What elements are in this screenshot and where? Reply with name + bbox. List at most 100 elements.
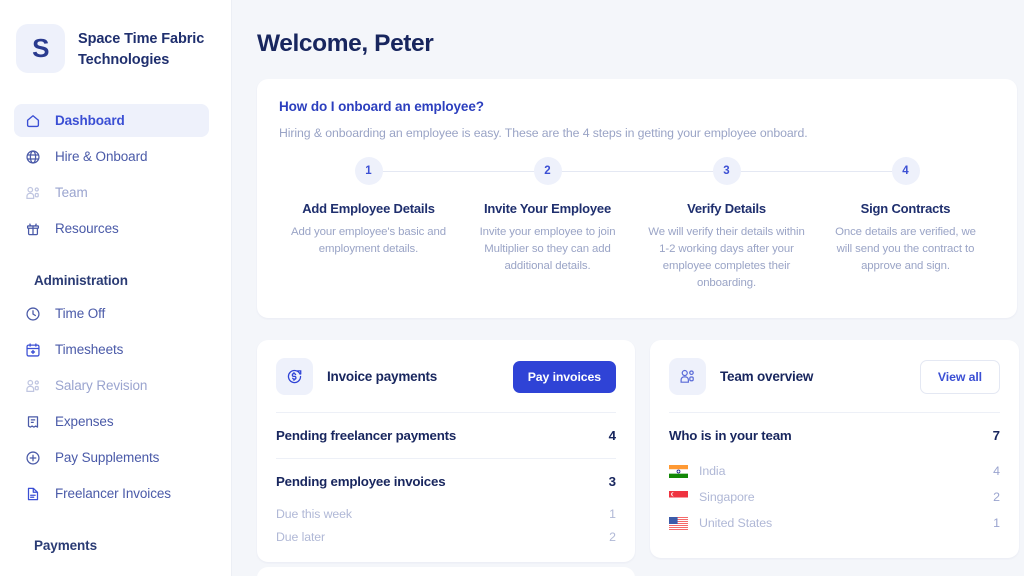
- country-left: Singapore: [669, 490, 755, 504]
- people-icon: [24, 377, 42, 395]
- row-value: 4: [608, 428, 616, 444]
- view-all-button[interactable]: View all: [919, 359, 1000, 394]
- step-description: Add your employee's basic and employment…: [290, 226, 447, 256]
- onboarding-subtitle: Hiring & onboarding an employee is easy.…: [279, 126, 808, 140]
- next-card-partial: [257, 567, 635, 576]
- country-count: 2: [993, 490, 1000, 505]
- country-count: 4: [993, 464, 1000, 479]
- sidebar-item-expenses[interactable]: Expenses: [14, 405, 209, 438]
- sidebar-item-label: Resources: [55, 221, 119, 236]
- team-people-icon: [669, 358, 706, 396]
- sidebar-item-label: Hire & Onboard: [55, 149, 148, 164]
- document-icon: [24, 485, 42, 503]
- country-name: United States: [699, 516, 773, 531]
- dashboard-card-row: Invoice payments Pay invoices Pending fr…: [257, 340, 1024, 563]
- step-title: Verify Details: [687, 201, 766, 216]
- country-name: Singapore: [699, 490, 755, 505]
- onboarding-question: How do I onboard an employee?: [279, 99, 484, 114]
- invoice-payments-card: Invoice payments Pay invoices Pending fr…: [257, 340, 635, 563]
- step-description: Invite your employee to join Multiplier …: [479, 226, 616, 273]
- onboarding-step: 1 Add Employee Details Add your employee…: [279, 157, 548, 292]
- flag-singapore: [669, 490, 688, 504]
- flag-india: [669, 464, 688, 478]
- step-title: Invite Your Employee: [483, 201, 611, 216]
- brand-logo: S: [16, 24, 65, 73]
- step-title: Sign Contracts: [860, 201, 951, 216]
- pay-invoices-button[interactable]: Pay invoices: [512, 360, 616, 393]
- step-circle-row: 1: [279, 157, 548, 185]
- team-summary-value: 7: [992, 428, 1000, 444]
- main-content: Welcome, Peter How do I onboard an emplo…: [232, 0, 1024, 576]
- step-circle-row: 3: [637, 157, 906, 185]
- sidebar-item-dashboard[interactable]: Dashboard: [14, 104, 209, 137]
- row-label: Pending employee invoices: [276, 474, 446, 490]
- receipt-icon: [24, 413, 42, 431]
- step-number: 4: [891, 157, 920, 185]
- step-description: We will verify their details within 1-2 …: [648, 226, 805, 290]
- clock-icon: [24, 305, 42, 323]
- gift-icon: [24, 220, 42, 238]
- brand[interactable]: S Space Time Fabric Technologies: [0, 0, 231, 73]
- sidebar: S Space Time Fabric Technologies Dashboa…: [0, 0, 232, 576]
- sidebar-item-label: Freelancer Invoices: [55, 486, 171, 501]
- step-number: 2: [533, 157, 562, 185]
- onboarding-card: How do I onboard an employee? Hiring & o…: [257, 79, 1017, 319]
- step-description: Once details are verified, we will send …: [835, 226, 976, 273]
- nav-group-administration: Administration: [34, 273, 128, 288]
- team-country-row[interactable]: Singapore 2: [669, 484, 1000, 510]
- sidebar-item-time-off[interactable]: Time Off: [14, 297, 209, 330]
- calendar-plus-icon: [24, 341, 42, 359]
- country-left: India: [669, 464, 725, 478]
- team-overview-card: Team overview View all Who is in your te…: [650, 340, 1019, 559]
- team-summary-label: Who is in your team: [669, 428, 792, 444]
- team-country-row[interactable]: United States 1: [669, 510, 1000, 536]
- subrow-label: Due this week: [276, 507, 352, 522]
- step-title: Add Employee Details: [302, 201, 435, 216]
- onboarding-step: 2 Invite Your Employee Invite your emplo…: [458, 157, 727, 292]
- primary-nav: Dashboard Hire & Onboard Team Resources …: [0, 104, 231, 553]
- sidebar-item-pay-supplements[interactable]: Pay Supplements: [14, 441, 209, 474]
- country-left: United States: [669, 516, 772, 530]
- due-this-week-row[interactable]: Due this week 1: [276, 504, 616, 527]
- due-later-row[interactable]: Due later 2: [276, 527, 616, 550]
- row-value: 3: [608, 474, 616, 490]
- brand-name: Space Time Fabric Technologies: [78, 31, 205, 68]
- step-number: 1: [354, 157, 383, 185]
- sidebar-item-label: Time Off: [55, 306, 106, 321]
- subrow-label: Due later: [276, 530, 325, 545]
- sidebar-item-label: Team: [55, 185, 88, 200]
- sidebar-item-freelancer-invoices[interactable]: Freelancer Invoices: [14, 477, 209, 510]
- onboarding-step: 3 Verify Details We will verify their de…: [637, 157, 906, 292]
- invoice-card-header: Invoice payments Pay invoices: [276, 358, 616, 412]
- nav-group-payments: Payments: [34, 538, 97, 553]
- step-number: 3: [712, 157, 741, 185]
- page-title: Welcome, Peter: [257, 30, 434, 57]
- home-icon: [24, 112, 42, 130]
- row-label: Pending freelancer payments: [276, 428, 457, 444]
- plus-circle-icon: [24, 449, 42, 467]
- sidebar-item-label: Timesheets: [55, 342, 124, 357]
- team-summary-row: Who is in your team 7: [669, 413, 1000, 458]
- sidebar-item-salary-revision[interactable]: Salary Revision: [14, 369, 209, 402]
- sidebar-item-timesheets[interactable]: Timesheets: [14, 333, 209, 366]
- team-country-row[interactable]: India 4: [669, 458, 1000, 484]
- team-card-header: Team overview View all: [669, 358, 1000, 412]
- sidebar-item-label: Dashboard: [55, 113, 125, 128]
- subrow-value: 2: [609, 530, 616, 545]
- pending-employee-invoices-row[interactable]: Pending employee invoices 3: [276, 459, 616, 504]
- app-root: S Space Time Fabric Technologies Dashboa…: [0, 0, 1024, 576]
- sidebar-item-label: Salary Revision: [55, 378, 148, 393]
- dollar-refresh-icon: [276, 358, 313, 396]
- step-circle-row: 2: [458, 157, 727, 185]
- country-count: 1: [993, 516, 1000, 531]
- sidebar-item-hire-onboard[interactable]: Hire & Onboard: [14, 140, 209, 173]
- sidebar-item-team[interactable]: Team: [14, 176, 209, 209]
- flag-united-states: [669, 516, 688, 530]
- team-card-title: Team overview: [720, 369, 814, 385]
- sidebar-item-resources[interactable]: Resources: [14, 212, 209, 245]
- sidebar-item-label: Pay Supplements: [55, 450, 160, 465]
- pending-freelancer-payments-row[interactable]: Pending freelancer payments 4: [276, 413, 616, 458]
- onboarding-steps: 1 Add Employee Details Add your employee…: [279, 157, 995, 292]
- subrow-value: 1: [609, 507, 616, 522]
- onboarding-step: 4 Sign Contracts Once details are verifi…: [816, 157, 995, 292]
